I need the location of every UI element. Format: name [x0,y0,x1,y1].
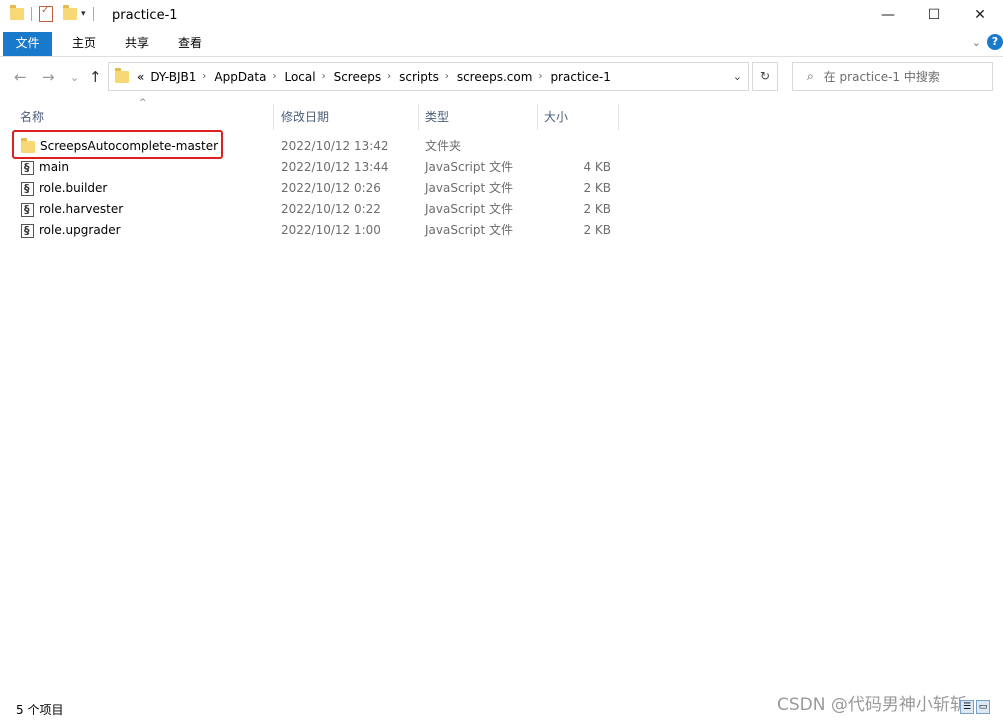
file-date: 2022/10/12 0:26 [281,181,381,195]
chevron-right-icon[interactable]: › [322,71,326,82]
recent-locations-dropdown[interactable]: ⌄ [70,71,79,84]
file-size: 2 KB [583,202,611,216]
chevron-right-icon[interactable]: › [202,71,206,82]
file-type: JavaScript 文件 [425,181,513,195]
folder-icon [10,5,24,20]
quick-access-toolbar: ▾ [10,5,97,22]
forward-button[interactable]: → [42,68,55,86]
search-icon: ⌕ [807,69,814,83]
file-date: 2022/10/12 13:44 [281,160,389,174]
file-size: 2 KB [583,181,611,195]
item-count: 5 个项目 [16,703,64,717]
divider [31,7,32,21]
address-bar[interactable]: « DY-BJB1 › AppData › Local › Screeps › … [108,62,749,91]
column-type[interactable]: 类型 [419,104,538,130]
file-name-cell: role.builder [21,178,107,199]
file-type: JavaScript 文件 [425,202,513,216]
file-type: 文件夹 [425,139,462,153]
breadcrumb-item[interactable]: screeps.com [457,70,533,84]
file-row[interactable]: role.upgrader 2022/10/12 1:00 JavaScript… [0,220,1003,241]
breadcrumb-item[interactable]: Local [284,70,315,84]
breadcrumb-item[interactable]: AppData [214,70,266,84]
window-title: practice-1 [112,8,178,23]
minimize-button[interactable]: — [865,0,911,32]
back-button[interactable]: ← [14,68,27,86]
large-icons-view-icon[interactable]: ▭ [976,700,990,714]
file-name: main [39,160,69,174]
up-button[interactable]: ↑ [89,68,102,86]
breadcrumb-item[interactable]: practice-1 [550,70,611,84]
file-date: 2022/10/12 13:42 [281,139,389,153]
new-folder-icon[interactable] [63,5,77,20]
file-name-cell: main [21,157,69,178]
expand-ribbon-icon[interactable]: ⌄ [972,36,981,49]
file-name-cell: role.upgrader [21,220,121,241]
file-size: 2 KB [583,223,611,237]
file-row[interactable]: role.builder 2022/10/12 0:26 JavaScript … [0,178,1003,199]
search-placeholder: 在 practice-1 中搜索 [823,70,940,84]
file-type: JavaScript 文件 [425,160,513,174]
view-toggle: ☰ ▭ [960,700,990,714]
file-date: 2022/10/12 0:22 [281,202,381,216]
tab-home[interactable]: 主页 [60,32,108,56]
chevron-right-icon[interactable]: › [538,71,542,82]
close-button[interactable]: ✕ [957,0,1003,32]
column-name[interactable]: 名称 [14,104,274,130]
navigation-bar: ← → ⌄ ↑ « DY-BJB1 › AppData › Local › Sc… [0,60,1003,96]
maximize-button[interactable]: ☐ [911,0,957,32]
title-bar: ▾ practice-1 — ☐ ✕ [0,0,1003,32]
js-file-icon [21,199,34,220]
file-name: role.harvester [39,202,124,216]
tab-view[interactable]: 查看 [166,32,214,56]
file-size: 4 KB [583,160,611,174]
customize-toolbar-dropdown[interactable]: ▾ [81,9,86,19]
file-date: 2022/10/12 1:00 [281,223,381,237]
chevron-right-icon[interactable]: › [445,71,449,82]
chevron-right-icon[interactable]: › [272,71,276,82]
file-row[interactable]: role.harvester 2022/10/12 0:22 JavaScrip… [0,199,1003,220]
js-file-icon [21,157,34,178]
file-name: role.builder [39,181,108,195]
breadcrumb-item[interactable]: DY-BJB1 [150,70,196,84]
watermark: CSDN @代码男神小斩斩 [777,695,967,715]
tab-file[interactable]: 文件 [3,32,52,56]
column-header: ^ 名称 修改日期 类型 大小 [0,98,1003,130]
address-dropdown-icon[interactable]: ⌄ [733,70,742,83]
column-size[interactable]: 大小 [538,104,619,130]
breadcrumb-item[interactable]: scripts [399,70,439,84]
file-type: JavaScript 文件 [425,223,513,237]
ribbon-tabs: 文件 主页 共享 查看 ⌄ ? [0,32,1003,57]
divider [92,7,94,21]
details-view-icon[interactable]: ☰ [960,700,974,714]
js-file-icon [21,178,34,199]
search-input[interactable]: ⌕ 在 practice-1 中搜索 [792,62,993,91]
breadcrumb-overflow[interactable]: « [137,70,144,84]
chevron-right-icon[interactable]: › [387,71,391,82]
breadcrumb-item[interactable]: Screeps [334,70,382,84]
properties-icon[interactable] [39,5,53,22]
ribbon-controls: ⌄ ? [972,34,1003,50]
column-date[interactable]: 修改日期 [275,104,419,130]
file-name-cell: role.harvester [21,199,123,220]
js-file-icon [21,220,34,241]
highlight-box [12,130,223,159]
file-name: role.upgrader [39,223,121,237]
file-row[interactable]: main 2022/10/12 13:44 JavaScript 文件 4 KB [0,157,1003,178]
folder-icon [115,67,129,83]
refresh-button[interactable]: ↻ [752,62,778,91]
tab-share[interactable]: 共享 [113,32,161,56]
help-icon[interactable]: ? [987,34,1003,50]
